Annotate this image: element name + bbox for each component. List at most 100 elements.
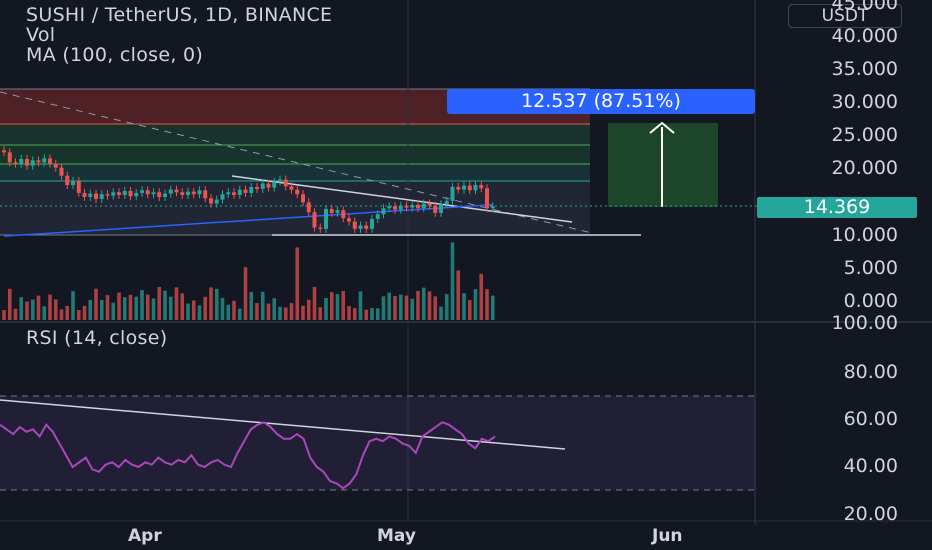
price-tick: 20.000 xyxy=(831,157,898,179)
volume-bar xyxy=(375,308,380,320)
volume-bar xyxy=(88,299,93,320)
time-tick-apr: Apr xyxy=(128,526,162,546)
candle xyxy=(255,186,259,189)
candle xyxy=(416,204,420,209)
volume-bar xyxy=(283,307,288,320)
candle xyxy=(456,186,461,190)
volume-bar xyxy=(7,288,12,320)
volume-bar xyxy=(485,289,489,320)
volume-bar xyxy=(2,310,6,320)
volume-bar xyxy=(462,293,466,320)
volume-bar xyxy=(19,297,24,320)
volume-bars xyxy=(2,242,495,320)
candle xyxy=(237,189,242,195)
candle xyxy=(266,183,271,188)
candle xyxy=(381,208,386,215)
candle xyxy=(42,158,47,163)
candle xyxy=(180,192,185,195)
volume-bar xyxy=(157,287,162,320)
volume-bar xyxy=(467,300,472,320)
volume-bar xyxy=(168,296,173,320)
volume-bar xyxy=(490,295,495,320)
volume-bar xyxy=(232,300,236,320)
rsi-tick: 60.00 xyxy=(843,408,898,430)
candle xyxy=(76,180,81,193)
candle xyxy=(53,163,58,168)
volume-bar xyxy=(48,294,52,320)
candle xyxy=(312,212,317,228)
candle xyxy=(174,189,179,193)
volume-bar xyxy=(174,287,179,320)
candle xyxy=(301,194,305,203)
candle xyxy=(306,202,311,213)
candle xyxy=(140,190,144,193)
volume-bar xyxy=(128,294,133,320)
volume-bar xyxy=(364,309,369,320)
volume-bar xyxy=(324,297,328,320)
rsi-tick: 80.00 xyxy=(843,361,898,383)
candle xyxy=(427,203,432,206)
volume-bar xyxy=(99,300,104,320)
candle xyxy=(358,225,363,229)
measure-label: 12.537 (87.51%) xyxy=(447,89,755,114)
candle xyxy=(289,186,294,190)
volume-bar xyxy=(13,308,18,320)
volume-bar xyxy=(398,294,403,320)
candle xyxy=(421,203,426,209)
volume-bar xyxy=(214,288,219,320)
volume-bar xyxy=(191,300,196,320)
volume-bar xyxy=(341,291,346,320)
candle xyxy=(65,175,70,185)
volume-bar xyxy=(180,293,185,320)
volume-bar xyxy=(260,291,265,320)
candle xyxy=(25,159,29,166)
candle xyxy=(7,152,12,163)
candle xyxy=(490,206,495,209)
candle xyxy=(318,227,323,229)
symbol-title: SUSHI / TetherUS, 1D, BINANCE xyxy=(26,4,333,26)
candle xyxy=(134,192,139,197)
candle xyxy=(393,206,397,210)
volume-bar xyxy=(301,305,305,320)
volume-bar xyxy=(473,289,478,320)
volume-bar xyxy=(209,287,213,320)
volume-bar xyxy=(59,309,64,320)
candle xyxy=(450,186,455,201)
volume-bar xyxy=(404,295,409,320)
candle xyxy=(105,194,110,196)
candle xyxy=(209,198,213,204)
candle xyxy=(48,158,52,164)
volume-bar xyxy=(450,242,455,320)
volume-bar xyxy=(416,291,420,320)
rsi-tick: 40.00 xyxy=(843,455,898,477)
price-tick: 45.000 xyxy=(831,0,898,14)
volume-bar xyxy=(197,305,202,320)
candle xyxy=(249,186,254,193)
candle xyxy=(243,189,248,193)
price-tick: 35.000 xyxy=(831,58,898,80)
volume-bar xyxy=(134,296,139,320)
candle xyxy=(203,190,208,199)
candle xyxy=(226,192,231,195)
candle xyxy=(214,199,219,204)
volume-bar xyxy=(145,294,150,320)
candle xyxy=(341,210,346,219)
candle xyxy=(439,204,443,213)
candle xyxy=(352,221,357,229)
candle xyxy=(117,192,121,195)
volume-bar xyxy=(439,306,443,320)
price-tick: 0.000 xyxy=(843,290,898,312)
volume-bar xyxy=(358,291,363,320)
volume-bar xyxy=(444,294,449,320)
volume-bar xyxy=(249,291,254,320)
candle xyxy=(329,208,334,213)
candle xyxy=(82,192,87,197)
volume-bar xyxy=(220,297,225,320)
candle xyxy=(260,183,265,189)
volume-bar xyxy=(122,297,127,320)
volume-bar xyxy=(53,299,58,320)
candle xyxy=(151,192,156,195)
volume-bar xyxy=(433,296,438,320)
volume-bar xyxy=(266,303,271,320)
volume-bar xyxy=(105,295,110,320)
